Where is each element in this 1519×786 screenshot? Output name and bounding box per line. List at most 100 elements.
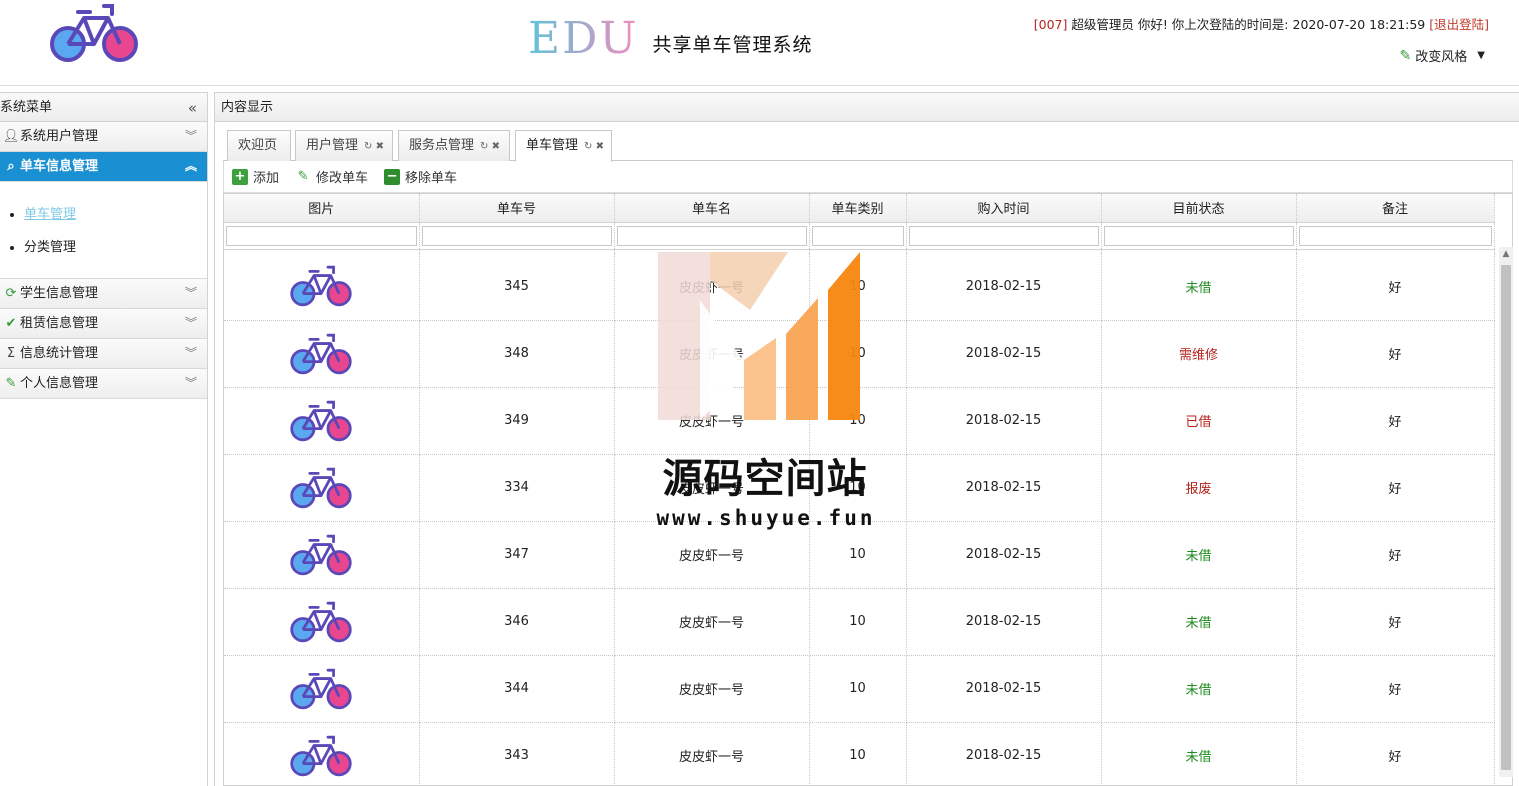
- cell-purchase-date: 2018-02-15: [906, 722, 1102, 785]
- table-row[interactable]: 343 皮皮虾一号 10 2018-02-15 未借好: [224, 722, 1495, 785]
- cell-purchase-date: 2018-02-15: [906, 588, 1102, 656]
- scroll-up-arrow-icon[interactable]: ▲: [1499, 247, 1513, 261]
- bike-submenu: 单车管理 分类管理: [0, 182, 207, 279]
- edit-bike-button[interactable]: ✎ 修改单车: [295, 167, 368, 187]
- bicycle-logo-icon: [50, 4, 138, 62]
- bike-image-cell: [224, 521, 420, 589]
- filter-input-purchase-date[interactable]: [908, 225, 1099, 246]
- column-header-category[interactable]: 单车类别: [809, 194, 907, 223]
- cell-status: 未借: [1101, 655, 1297, 723]
- cell-bike-name: 皮皮虾一号: [614, 253, 810, 321]
- table-row[interactable]: 347 皮皮虾一号 10 2018-02-15 未借好: [224, 521, 1495, 589]
- cell-purchase-date: 2018-02-15: [906, 655, 1102, 723]
- bike-data-grid: 图片 单车号 单车名 单车类别 购入时间 目前状态 备注 345 皮皮虾一号 1…: [223, 193, 1513, 786]
- filter-input-category[interactable]: [811, 225, 904, 246]
- bicycle-icon: [224, 733, 419, 779]
- sidebar-item-label: 系统用户管理: [20, 129, 99, 144]
- bike-image-cell: [224, 253, 420, 321]
- filter-input-image[interactable]: [226, 225, 417, 246]
- content-panel: 内容显示 欢迎页 用户管理 ↻ ✖ 服务点管理 ↻ ✖ 单车管理 ↻ ✖ + 添加 ✎…: [214, 92, 1519, 786]
- brand-title: EDU 共享单车管理系统: [528, 10, 813, 66]
- collapse-sidebar-icon[interactable]: «: [188, 93, 197, 123]
- table-row[interactable]: 345 皮皮虾一号 10 2018-02-15 未借好: [224, 253, 1495, 321]
- tab-service-point[interactable]: 服务点管理 ↻ ✖: [398, 130, 510, 161]
- cell-status: 未借: [1101, 521, 1297, 589]
- sidebar: 系统菜单 « 👤︎ 系统用户管理 ︾ ⌕ 单车信息管理 ︽ 单车管理 分类管理 …: [0, 92, 208, 786]
- table-row[interactable]: 349 皮皮虾一号 10 2018-02-15 已借好: [224, 387, 1495, 455]
- greeting: 你好! 你上次登陆的时间是:: [1133, 17, 1293, 32]
- user-info: [007] 超级管理员 你好! 你上次登陆的时间是: 2020-07-20 18…: [1034, 14, 1489, 33]
- submenu-item-category-management[interactable]: 分类管理: [24, 231, 207, 264]
- sidebar-item-rental-info[interactable]: ✔ 租赁信息管理 ︾: [0, 309, 207, 339]
- filter-input-bike-no[interactable]: [421, 225, 612, 246]
- column-header-bike-no[interactable]: 单车号: [419, 194, 615, 223]
- minus-icon: −: [384, 168, 401, 185]
- filter-input-status[interactable]: [1103, 225, 1294, 246]
- chevron-double-up-icon: ︽: [184, 159, 197, 173]
- filter-input-note[interactable]: [1298, 225, 1492, 246]
- filter-input-bike-name[interactable]: [616, 225, 807, 246]
- sidebar-item-student-info[interactable]: ⟳ 学生信息管理 ︾: [0, 279, 207, 309]
- cell-purchase-date: 2018-02-15: [906, 387, 1102, 455]
- cell-bike-name: 皮皮虾一号: [614, 655, 810, 723]
- change-style-label: 改变风格: [1415, 50, 1468, 65]
- table-row[interactable]: 344 皮皮虾一号 10 2018-02-15 未借好: [224, 655, 1495, 723]
- cell-note: 好: [1296, 722, 1495, 785]
- column-header-note[interactable]: 备注: [1296, 194, 1495, 223]
- table-row[interactable]: 334 皮皮虾一号 10 2018-02-15 报废好: [224, 454, 1495, 522]
- cell-purchase-date: 2018-02-15: [906, 320, 1102, 388]
- sidebar-item-label: 租赁信息管理: [20, 316, 99, 331]
- cell-status: 未借: [1101, 722, 1297, 785]
- cell-note: 好: [1296, 588, 1495, 656]
- cell-category: 10: [809, 253, 907, 321]
- logout-link[interactable]: [退出登陆]: [1425, 17, 1489, 32]
- bicycle-icon: [224, 465, 419, 511]
- sidebar-item-personal-info[interactable]: ✎ 个人信息管理 ︾: [0, 369, 207, 399]
- sidebar-item-label: 单车信息管理: [20, 159, 99, 174]
- user-icon: 👤︎: [2, 129, 20, 144]
- sidebar-item-statistics[interactable]: Σ 信息统计管理 ︾: [0, 339, 207, 369]
- last-login-time: 2020-07-20 18:21:59: [1292, 17, 1426, 32]
- sidebar-item-label: 信息统计管理: [20, 346, 99, 361]
- scrollbar-thumb[interactable]: [1501, 265, 1511, 770]
- bicycle-icon: [224, 263, 419, 309]
- bicycle-icon: [224, 599, 419, 645]
- pencil-icon: ✎: [1399, 47, 1412, 64]
- check-icon: ✔: [5, 316, 17, 331]
- column-header-bike-name[interactable]: 单车名: [614, 194, 810, 223]
- column-header-status[interactable]: 目前状态: [1101, 194, 1297, 223]
- sidebar-item-bike-info[interactable]: ⌕ 单车信息管理 ︽: [0, 152, 207, 182]
- refresh-close-icons[interactable]: ↻ ✖: [584, 141, 604, 152]
- chevron-double-down-icon: ︾: [184, 376, 197, 390]
- cell-bike-no: 334: [419, 454, 615, 522]
- tab-user-management[interactable]: 用户管理 ↻ ✖: [295, 130, 393, 161]
- cell-category: 10: [809, 588, 907, 656]
- column-header-purchase-date[interactable]: 购入时间: [906, 194, 1102, 223]
- cell-status: 已借: [1101, 387, 1297, 455]
- cell-bike-name: 皮皮虾一号: [614, 588, 810, 656]
- change-style-dropdown[interactable]: ✎ 改变风格 ▼: [1399, 46, 1485, 66]
- cell-bike-no: 343: [419, 722, 615, 785]
- sidebar-title: 系统菜单 «: [0, 92, 207, 122]
- cell-status: 报废: [1101, 454, 1297, 522]
- table-row[interactable]: 348 皮皮虾一号 10 2018-02-15 需维修好: [224, 320, 1495, 388]
- sidebar-item-system-users[interactable]: 👤︎ 系统用户管理 ︾: [0, 122, 207, 152]
- cell-bike-name: 皮皮虾一号: [614, 320, 810, 388]
- submenu-item-bike-management[interactable]: 单车管理: [24, 198, 207, 231]
- table-row[interactable]: 346 皮皮虾一号 10 2018-02-15 未借好: [224, 588, 1495, 656]
- add-button[interactable]: + 添加: [232, 167, 279, 186]
- grid-toolbar: + 添加 ✎ 修改单车 − 移除单车: [223, 161, 1513, 193]
- cell-category: 10: [809, 521, 907, 589]
- user-role: 超级管理员: [1067, 17, 1134, 32]
- bicycle-icon: [224, 532, 419, 578]
- column-header-image[interactable]: 图片: [224, 194, 420, 223]
- cell-bike-no: 349: [419, 387, 615, 455]
- refresh-close-icons[interactable]: ↻ ✖: [364, 141, 384, 152]
- cell-note: 好: [1296, 521, 1495, 589]
- vertical-scrollbar[interactable]: ▲: [1499, 247, 1513, 777]
- tab-bike-management[interactable]: 单车管理 ↻ ✖: [515, 130, 612, 162]
- remove-bike-button[interactable]: − 移除单车: [384, 167, 457, 186]
- tab-welcome[interactable]: 欢迎页: [227, 130, 291, 161]
- refresh-close-icons[interactable]: ↻ ✖: [480, 141, 500, 152]
- cell-note: 好: [1296, 320, 1495, 388]
